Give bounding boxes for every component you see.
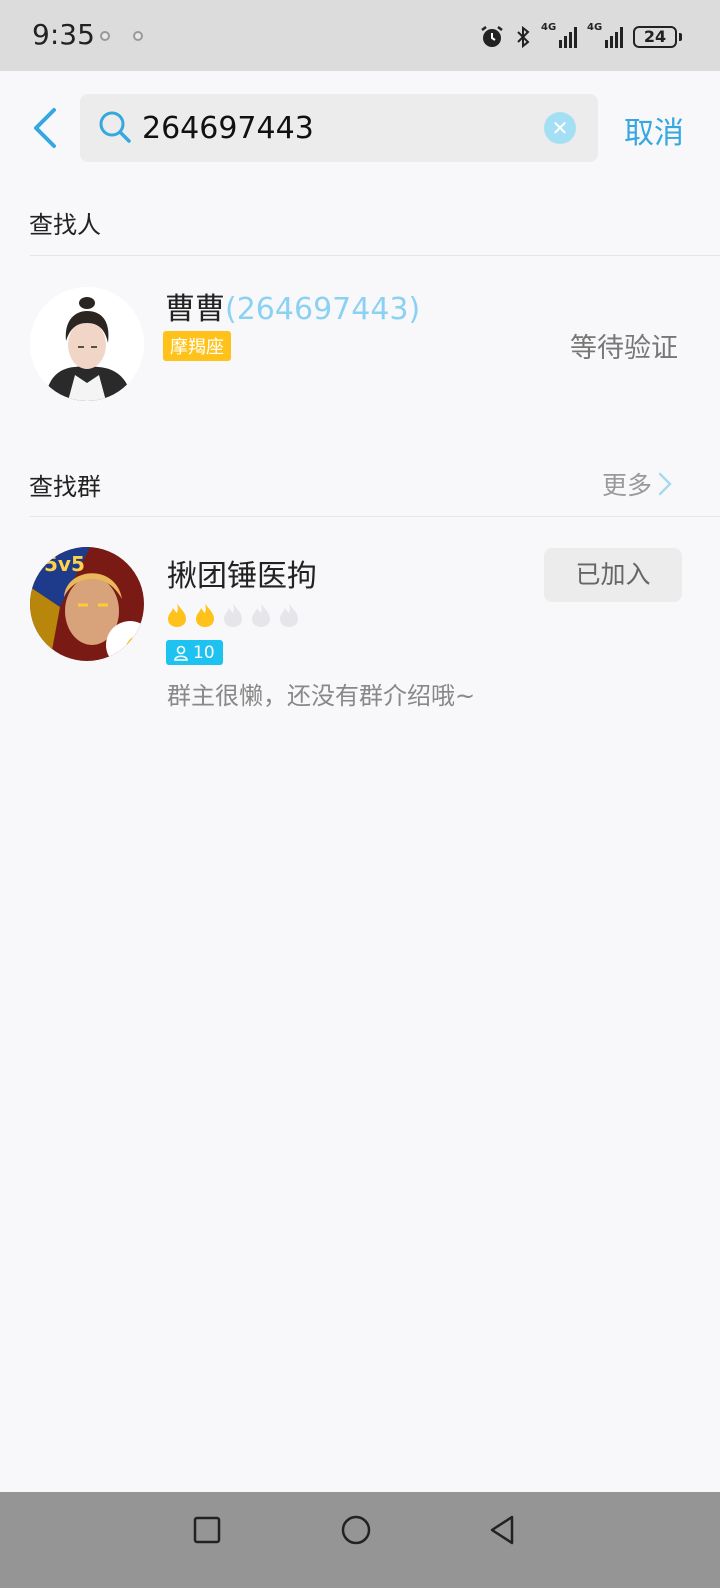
notification-dot-icon xyxy=(133,31,143,41)
flame-icon xyxy=(196,603,214,627)
joined-button[interactable]: 已加入 xyxy=(544,548,682,602)
svg-text:5v5: 5v5 xyxy=(44,552,85,576)
home-icon[interactable] xyxy=(340,1514,372,1546)
network-type: 4G xyxy=(587,22,603,33)
qq-bracket: ( xyxy=(225,292,237,327)
battery-tip xyxy=(679,33,682,41)
status-time: 9:35 xyxy=(32,18,95,51)
person-qq-number: 264697443 xyxy=(236,292,409,327)
zodiac-badge: 摩羯座 xyxy=(163,331,231,361)
flame-icon xyxy=(252,603,270,627)
section-title-groups: 查找群 xyxy=(29,473,101,501)
status-icons: 4G 4G 24 xyxy=(479,22,682,52)
avatar[interactable] xyxy=(30,287,144,401)
signal-icon: 4G xyxy=(587,22,623,48)
signal-icon: 4G xyxy=(541,22,577,48)
navigation-bar xyxy=(0,1492,720,1588)
back-icon[interactable] xyxy=(28,106,62,150)
person-name: 曹曹(264697443) xyxy=(165,284,420,328)
notification-dot-icon xyxy=(100,31,110,41)
battery-icon: 24 xyxy=(633,26,677,48)
divider xyxy=(30,255,720,256)
group-description: 群主很懒，还没有群介绍哦~ xyxy=(167,682,476,710)
flame-icon xyxy=(224,603,242,627)
flame-icon xyxy=(168,603,186,627)
clear-icon[interactable]: ✕ xyxy=(544,112,576,144)
verification-status: 等待验证 xyxy=(570,333,678,364)
group-avatar[interactable]: 5v5 xyxy=(30,547,144,661)
person-nickname: 曹曹 xyxy=(165,292,225,327)
section-title-people: 查找人 xyxy=(29,211,101,239)
alarm-icon xyxy=(481,26,503,47)
recent-apps-icon[interactable] xyxy=(193,1516,221,1544)
search-input[interactable] xyxy=(142,104,522,152)
flame-icon xyxy=(280,603,298,627)
back-nav-icon[interactable] xyxy=(488,1514,518,1546)
chevron-right-icon xyxy=(658,472,672,496)
qq-bracket: ) xyxy=(408,292,421,327)
more-label: 更多 xyxy=(602,471,653,500)
cancel-button[interactable]: 取消 xyxy=(624,108,684,152)
divider xyxy=(30,516,720,517)
person-icon xyxy=(174,645,188,661)
group-name: 揪团锤医拘 xyxy=(167,559,317,594)
member-count: 10 xyxy=(193,642,215,663)
bluetooth-icon xyxy=(517,25,530,49)
activity-flames xyxy=(166,602,300,628)
search-icon xyxy=(99,111,131,143)
more-link[interactable]: 更多 xyxy=(602,466,672,502)
network-type: 4G xyxy=(541,22,557,33)
member-count-badge: 10 xyxy=(166,640,223,665)
